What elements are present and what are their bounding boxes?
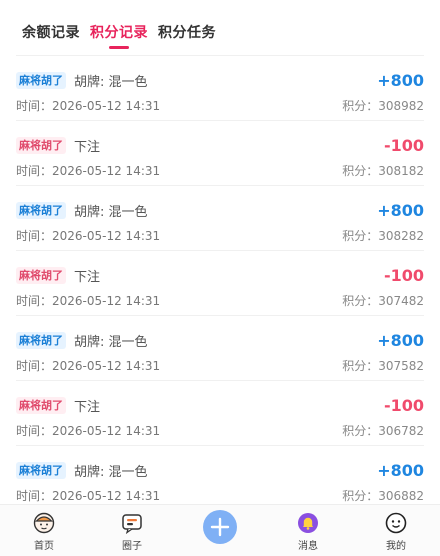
points-balance: 积分：308182 — [342, 164, 424, 178]
record-description: 胡牌: 混一色 — [74, 465, 148, 480]
points-amount: -100 — [383, 266, 424, 285]
list-item[interactable]: 麻将胡了 胡牌: 混一色 时间：2026-05-12 14:31 +800 积分… — [16, 446, 424, 511]
points-amount: -100 — [383, 396, 424, 415]
list-item[interactable]: 麻将胡了 下注 时间：2026-05-12 14:31 -100 积分：3067… — [16, 381, 424, 446]
points-balance: 积分：308282 — [342, 229, 424, 243]
points-balance: 积分：306882 — [342, 489, 424, 503]
points-amount: +800 — [377, 461, 424, 480]
record-time: 时间：2026-05-12 14:31 — [16, 229, 161, 243]
record-time: 时间：2026-05-12 14:31 — [16, 424, 161, 438]
points-balance: 积分：307482 — [342, 294, 424, 308]
chat-box-icon — [121, 512, 143, 534]
record-description: 胡牌: 混一色 — [74, 205, 148, 220]
nav-home[interactable]: 首页 — [0, 505, 88, 556]
record-description: 胡牌: 混一色 — [74, 75, 148, 90]
smile-face-icon — [385, 512, 407, 534]
bell-icon — [297, 512, 319, 534]
record-description: 胡牌: 混一色 — [74, 335, 148, 350]
list-item[interactable]: 麻将胡了 下注 时间：2026-05-12 14:31 -100 积分：3074… — [16, 251, 424, 316]
list-item[interactable]: 麻将胡了 下注 时间：2026-05-12 14:31 -100 积分：3081… — [16, 121, 424, 186]
record-time: 时间：2026-05-12 14:31 — [16, 294, 161, 308]
nav-label-home: 首页 — [34, 541, 54, 552]
record-time: 时间：2026-05-12 14:31 — [16, 359, 161, 373]
record-time: 时间：2026-05-12 14:31 — [16, 99, 161, 113]
record-description: 下注 — [74, 400, 101, 415]
nav-publish[interactable] — [176, 505, 264, 556]
record-tabs: 余额记录 积分记录 积分任务 — [0, 0, 440, 56]
nav-label-messages: 消息 — [298, 541, 318, 552]
nav-messages[interactable]: 消息 — [264, 505, 352, 556]
home-avatar-icon — [33, 512, 55, 534]
game-tag: 麻将胡了 — [16, 137, 66, 154]
record-time: 时间：2026-05-12 14:31 — [16, 489, 161, 503]
game-tag: 麻将胡了 — [16, 267, 66, 284]
record-description: 下注 — [74, 270, 101, 285]
nav-label-circle: 圈子 — [122, 541, 142, 552]
bottom-navigation: 首页 圈子 消息 我的 — [0, 504, 440, 556]
record-description: 下注 — [74, 140, 101, 155]
points-amount: +800 — [377, 201, 424, 220]
nav-label-mine: 我的 — [386, 541, 406, 552]
points-amount: +800 — [377, 331, 424, 350]
nav-circle[interactable]: 圈子 — [88, 505, 176, 556]
tab-points-tasks[interactable]: 积分任务 — [158, 22, 216, 42]
points-balance: 积分：308982 — [342, 99, 424, 113]
list-item[interactable]: 麻将胡了 胡牌: 混一色 时间：2026-05-12 14:31 +800 积分… — [16, 56, 424, 121]
list-item[interactable]: 麻将胡了 胡牌: 混一色 时间：2026-05-12 14:31 +800 积分… — [16, 186, 424, 251]
nav-mine[interactable]: 我的 — [352, 505, 440, 556]
points-amount: +800 — [377, 71, 424, 90]
record-time: 时间：2026-05-12 14:31 — [16, 164, 161, 178]
tab-balance-records[interactable]: 余额记录 — [22, 22, 80, 42]
plus-icon[interactable] — [203, 510, 237, 544]
game-tag: 麻将胡了 — [16, 332, 66, 349]
game-tag: 麻将胡了 — [16, 462, 66, 479]
points-record-list: 麻将胡了 胡牌: 混一色 时间：2026-05-12 14:31 +800 积分… — [16, 56, 424, 511]
game-tag: 麻将胡了 — [16, 72, 66, 89]
game-tag: 麻将胡了 — [16, 397, 66, 414]
points-balance: 积分：307582 — [342, 359, 424, 373]
tab-points-records[interactable]: 积分记录 — [90, 22, 148, 42]
game-tag: 麻将胡了 — [16, 202, 66, 219]
points-balance: 积分：306782 — [342, 424, 424, 438]
list-item[interactable]: 麻将胡了 胡牌: 混一色 时间：2026-05-12 14:31 +800 积分… — [16, 316, 424, 381]
points-amount: -100 — [383, 136, 424, 155]
